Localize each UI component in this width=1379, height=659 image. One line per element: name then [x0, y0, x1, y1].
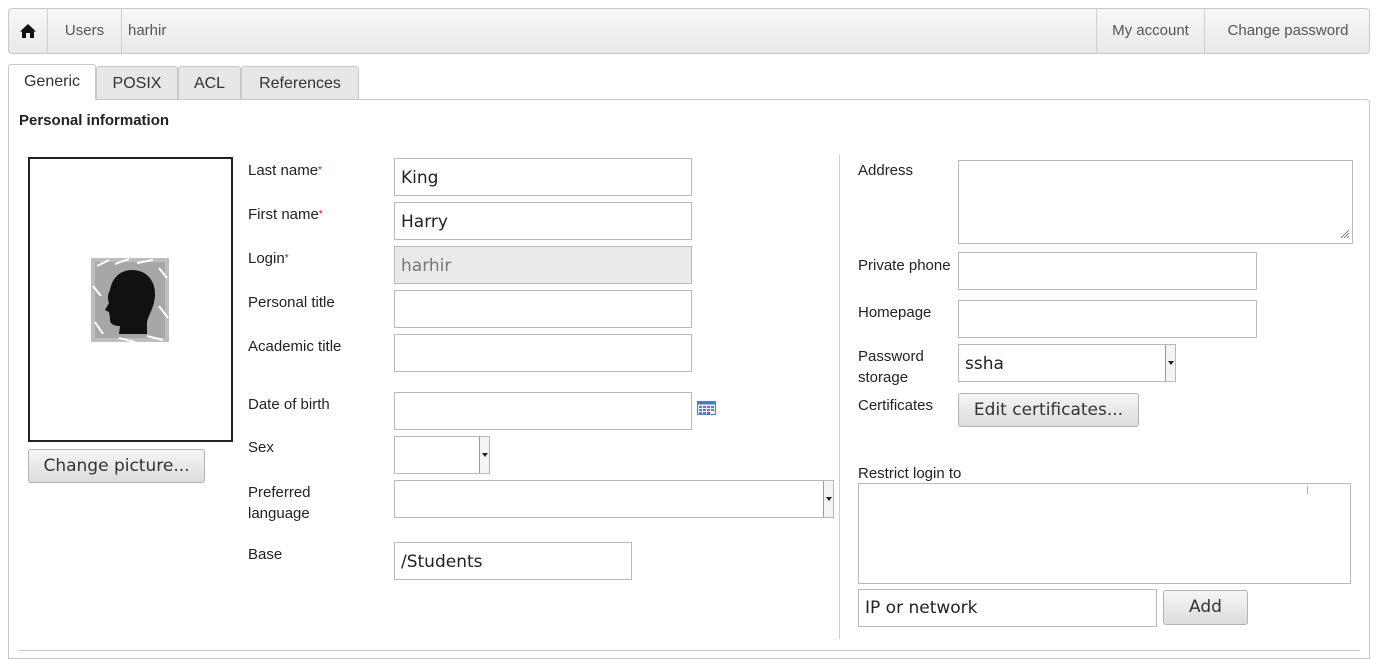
address-label: Address	[858, 162, 914, 179]
tab-acl[interactable]: ACL	[178, 66, 241, 99]
homepage-label: Homepage	[858, 304, 932, 321]
breadcrumb-users[interactable]: Users	[48, 9, 122, 53]
chevron-down-icon	[479, 437, 489, 473]
date-of-birth-input[interactable]	[394, 392, 692, 430]
academic-title-input[interactable]	[394, 334, 692, 372]
login-label: Login*	[248, 250, 289, 267]
base-label: Base	[248, 546, 283, 563]
address-textarea[interactable]	[958, 160, 1353, 244]
section-title: Personal information	[19, 112, 170, 129]
home-button[interactable]	[9, 9, 48, 53]
breadcrumb-bar: Users harhir My account Change password	[8, 8, 1370, 54]
tab-references[interactable]: References	[241, 66, 359, 99]
personal-title-input[interactable]	[394, 290, 692, 328]
my-account-link[interactable]: My account	[1096, 9, 1205, 53]
add-button[interactable]: Add	[1163, 590, 1248, 625]
footer-divider	[18, 650, 1360, 651]
change-picture-button[interactable]: Change picture...	[28, 449, 205, 483]
base-input[interactable]: /Students	[394, 542, 632, 580]
preferred-language-label: Preferred language	[248, 484, 311, 522]
preferred-language-select[interactable]	[394, 480, 834, 518]
last-name-input[interactable]: King	[394, 158, 692, 196]
personal-title-label: Personal title	[248, 294, 335, 311]
private-phone-input[interactable]	[958, 252, 1257, 290]
head-silhouette-icon	[91, 258, 169, 343]
login-input: harhir	[394, 246, 692, 284]
breadcrumb-current: harhir	[128, 22, 167, 39]
first-name-label: First name*	[248, 206, 323, 223]
user-photo	[28, 157, 233, 442]
academic-title-label: Academic title	[248, 338, 342, 355]
password-storage-value: ssha	[965, 354, 1004, 374]
chevron-down-icon	[823, 481, 833, 517]
column-divider	[839, 154, 840, 639]
calendar-icon[interactable]	[697, 401, 716, 415]
home-icon	[20, 24, 36, 39]
restrict-login-list[interactable]	[858, 483, 1351, 584]
date-of-birth-label: Date of birth	[248, 396, 330, 413]
chevron-down-icon	[1165, 345, 1175, 381]
sex-label: Sex	[248, 439, 274, 456]
change-password-link[interactable]: Change password	[1205, 9, 1371, 53]
password-storage-label: Password storage	[858, 348, 924, 386]
tab-generic[interactable]: Generic	[8, 64, 96, 100]
edit-certificates-button[interactable]: Edit certificates...	[958, 393, 1139, 427]
last-name-label: Last name*	[248, 162, 322, 179]
homepage-input[interactable]	[958, 300, 1257, 338]
ip-or-network-input[interactable]	[858, 589, 1157, 627]
private-phone-label: Private phone	[858, 257, 951, 274]
first-name-input[interactable]: Harry	[394, 202, 692, 240]
resize-handle-icon[interactable]	[1340, 229, 1350, 239]
sex-select[interactable]	[394, 436, 490, 474]
certificates-label: Certificates	[858, 397, 934, 414]
password-storage-select[interactable]: ssha	[958, 344, 1176, 382]
restrict-login-label: Restrict login to	[858, 465, 962, 482]
tab-posix[interactable]: POSIX	[96, 66, 178, 99]
list-scroll-marker	[1307, 486, 1308, 494]
